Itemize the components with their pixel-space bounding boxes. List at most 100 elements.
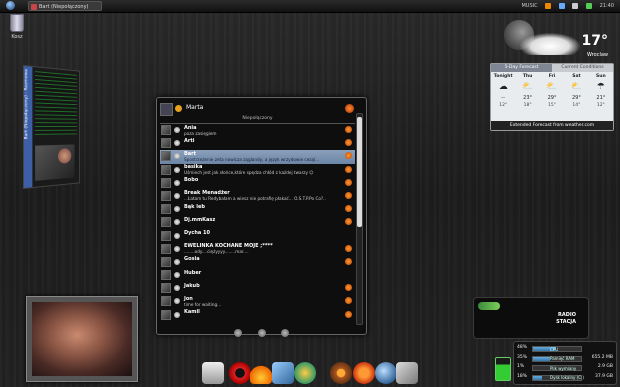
contact-avatar [161,204,171,215]
tray-battery-icon[interactable] [585,2,592,9]
contact-description: time for waiting... [184,301,222,307]
forecast-low: 18° [523,103,532,108]
group-header[interactable]: Niepołączony [160,115,355,124]
recycle-bin[interactable]: Kosz [5,14,29,40]
gadu-contact-icon[interactable] [345,205,352,213]
contact-row[interactable]: Bart Spostrzeżenie zeta nowicza ząglandy,… [160,150,355,164]
dock [196,355,422,387]
meter-bar: Pamięć RAM [532,355,582,362]
forecast-low: 14° [572,103,581,108]
contact-description: Spostrzeżenie zeta nowicza ząglandy, a j… [184,156,320,162]
start-button[interactable] [4,1,16,11]
gadu-contact-icon[interactable] [345,152,352,160]
gadu-contact-icon[interactable] [345,244,352,252]
settings-icon[interactable] [280,329,289,337]
add-contact-icon[interactable] [234,329,243,337]
meter-bar: CPU [532,346,582,352]
messenger-window[interactable]: Marta Niepołączony Ania poza zasięgiem Art… [156,97,367,337]
gadu-contact-icon[interactable] [345,310,352,318]
gadu-contact-icon[interactable] [345,126,352,133]
forecast-high: 21° [596,95,606,101]
contact-row[interactable]: Kamil [160,309,355,322]
gadu-contact-icon[interactable] [345,178,352,186]
gadu-contact-icon[interactable] [345,139,352,147]
meter-bar: Plik wymiany [532,365,582,371]
tab-5-day-forecast[interactable]: 5-Day Forecast [491,64,552,72]
gadu-menu-icon[interactable] [345,104,354,113]
tray-volume-icon[interactable] [572,2,579,9]
contact-status-icon [174,140,180,147]
gadu-contact-icon[interactable] [345,218,352,226]
scrollbar[interactable] [356,113,363,325]
cloud-icon [520,33,580,55]
contact-row[interactable]: Jakub [160,282,355,295]
weather-gadget[interactable]: 17° Wroclaw 5-Day Forecast Current Condi… [490,20,614,131]
contact-name: Bąk leb [184,203,205,210]
contact-row[interactable]: Dj.mmKasz [160,216,355,229]
taskbar: Bart (Niepołączony) MUSIC 21:40 [0,0,620,13]
contact-status-icon [174,285,180,292]
gadu-contact-icon[interactable] [345,165,352,173]
status-icon[interactable] [175,105,182,112]
contact-row[interactable]: EWELINKA KOCHANE MOJE ;**** ........ody..… [160,243,355,256]
gadu-contact-icon[interactable] [345,257,352,265]
forecast-high: -- [501,95,505,101]
photo-frame-gadget[interactable] [26,296,138,382]
flip3d-window[interactable]: Bart (Niepołączony) - Rozmowa [23,65,80,189]
contact-row[interactable]: Huber [160,269,355,282]
forecast-highs: -- 23° 29° 29° 21° [491,95,613,101]
contact-row[interactable]: Bobo [160,177,355,190]
gadu-contact-icon[interactable] [345,297,352,305]
radio-gadget[interactable]: RADIO STACJA [473,297,589,339]
contact-row[interactable]: Arti [160,137,355,150]
meter-percent: 1% [517,364,525,369]
contact-avatar [161,190,171,201]
forecast-low: 15° [548,103,556,108]
helm-icon[interactable] [330,362,352,384]
forecast-footer-link[interactable]: Extended Forecast from weather.com [491,121,613,130]
winamp-icon[interactable] [250,362,272,384]
meter-value: 37.9 GB [594,373,613,379]
opera-icon[interactable] [229,362,251,384]
recycle-bin-label: Kosz [11,34,23,40]
contact-row[interactable]: Bąk leb [160,203,355,216]
contact-avatar [161,270,171,281]
contact-list: Ania poza zasięgiem Arti Bart Spostrzeżenie … [160,124,355,322]
scrollbar-thumb[interactable] [357,117,362,227]
contact-avatar [161,138,171,149]
search-icon[interactable] [257,329,266,337]
clock[interactable]: 21:40 [600,3,614,9]
tray-network-icon[interactable] [558,2,565,9]
firefox-icon[interactable] [353,362,375,384]
contact-row[interactable]: Break Menadżer ...Łatam tu Redybałam a wi… [160,190,355,203]
tray-gadu-icon[interactable] [545,2,552,9]
contact-name: Gosia [184,256,200,263]
gadu-contact-icon[interactable] [345,284,352,292]
contact-name: Kamil [184,309,200,316]
meter-label: Dysk lokalny (C:) [550,375,584,380]
gadu-contact-icon[interactable] [345,191,352,199]
recycle-bin-icon [10,14,24,32]
recycle-bin-dock-icon[interactable] [396,362,418,384]
contact-row[interactable]: Jon time for waiting... [160,295,355,308]
contact-row[interactable]: Ania poza zasięgiem [160,124,355,137]
contact-avatar [161,125,171,135]
forecast-day: Fri [548,74,556,79]
meter-fill [533,375,542,380]
contact-row[interactable]: basika Uśmiech jest jak słońce,które spęd… [160,164,355,177]
computer-icon[interactable] [202,362,224,384]
forecast-high: 29° [571,95,581,101]
network-icon[interactable] [375,362,397,384]
contact-name: Jakub [184,282,200,289]
contact-row[interactable]: Gosia [160,256,355,269]
forecast-low: 12° [499,103,508,108]
chat-icon[interactable] [272,362,294,384]
music-label[interactable]: MUSIC [521,3,537,9]
taskbar-window-label: Bart (Niepołączony) [39,4,89,10]
current-temperature: 17° [581,33,608,49]
tab-current-conditions[interactable]: Current Conditions [552,64,613,72]
radio-logo-icon [478,302,500,310]
taskbar-window-button[interactable]: Bart (Niepołączony) [28,1,102,11]
media-icon[interactable] [294,362,316,384]
contact-row[interactable]: Dycha 10 [160,230,355,243]
